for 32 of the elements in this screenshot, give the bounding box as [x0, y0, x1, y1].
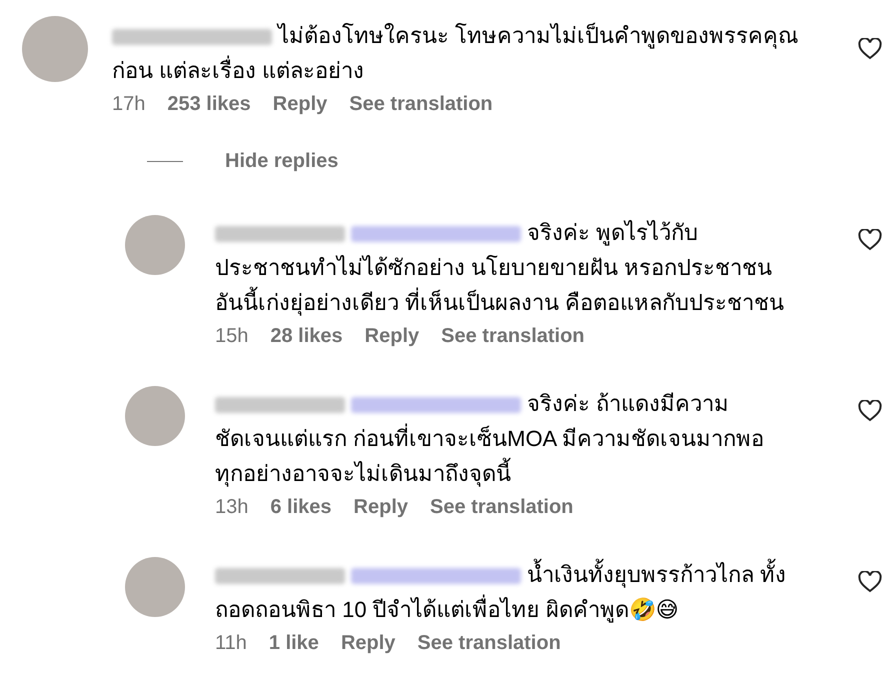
comment-text: น้ำเงินทั้งยุบพรรก้าวไกล ทั้งถอดถอนพิธา 10 ปีจำได้แต่เพื่อไทย ผิดคำพูด🤣😅 [215, 557, 790, 627]
comment-text: จริงค่ะ พูดไรไว้กับประชาชนทำไม่ได้ซักอย่าง นโยบายขายฝัน หรอกประชาชน อันนี้เก่งยุ่อย่างเดียว ที่เห็นเป็นผลงาน คือตอแหลกับประชาชน [215, 219, 786, 318]
see-translation-link[interactable]: See translation [430, 496, 574, 519]
see-translation-link[interactable]: See translation [441, 325, 585, 348]
comment-time: 11h [215, 632, 247, 655]
comment-text: จริงค่ะ ถ้าแดงมีความชัดเจนแต่แรก ก่อนที่เขาจะเซ็นMOA มีความชัดเจนมากพอทุกอย่างอาจจะไม่เดินมาถึงจุดนี้ [215, 390, 766, 489]
heart-icon[interactable] [858, 571, 882, 593]
likes-count-link[interactable]: 1 like [268, 632, 319, 655]
heart-icon[interactable] [858, 229, 882, 251]
heart-icon[interactable] [858, 400, 882, 422]
see-translation-link[interactable]: See translation [417, 632, 561, 655]
likes-count-link[interactable]: 253 likes [167, 93, 251, 116]
comment-time: 15h [215, 325, 248, 348]
blurred-mention[interactable] [351, 568, 521, 584]
blurred-username[interactable] [215, 397, 345, 414]
likes-count-link[interactable]: 6 likes [270, 496, 332, 519]
reply-link[interactable]: Reply [354, 496, 408, 519]
comment-time: 17h [112, 93, 146, 116]
reply-link[interactable]: Reply [340, 632, 396, 655]
hide-replies-link[interactable]: Hide replies [225, 150, 338, 173]
blurred-username[interactable] [215, 226, 345, 242]
heart-icon[interactable] [858, 38, 882, 60]
comment-text: ไม่ต้องโทษใครนะ โทษความไม่เป็นคำพูดของพรรคคุณก่อน แต่ละเรื่อง แต่ละอย่าง [112, 22, 800, 85]
blurred-mention[interactable] [351, 397, 521, 414]
comment-time: 13h [215, 496, 248, 519]
blurred-username[interactable] [112, 29, 272, 46]
reply-link[interactable]: Reply [364, 325, 420, 348]
see-translation-link[interactable]: See translation [349, 93, 493, 116]
likes-count-link[interactable]: 28 likes [270, 325, 343, 348]
blurred-username[interactable] [215, 568, 345, 584]
reply-link[interactable]: Reply [272, 93, 328, 116]
blurred-mention[interactable] [351, 226, 521, 242]
